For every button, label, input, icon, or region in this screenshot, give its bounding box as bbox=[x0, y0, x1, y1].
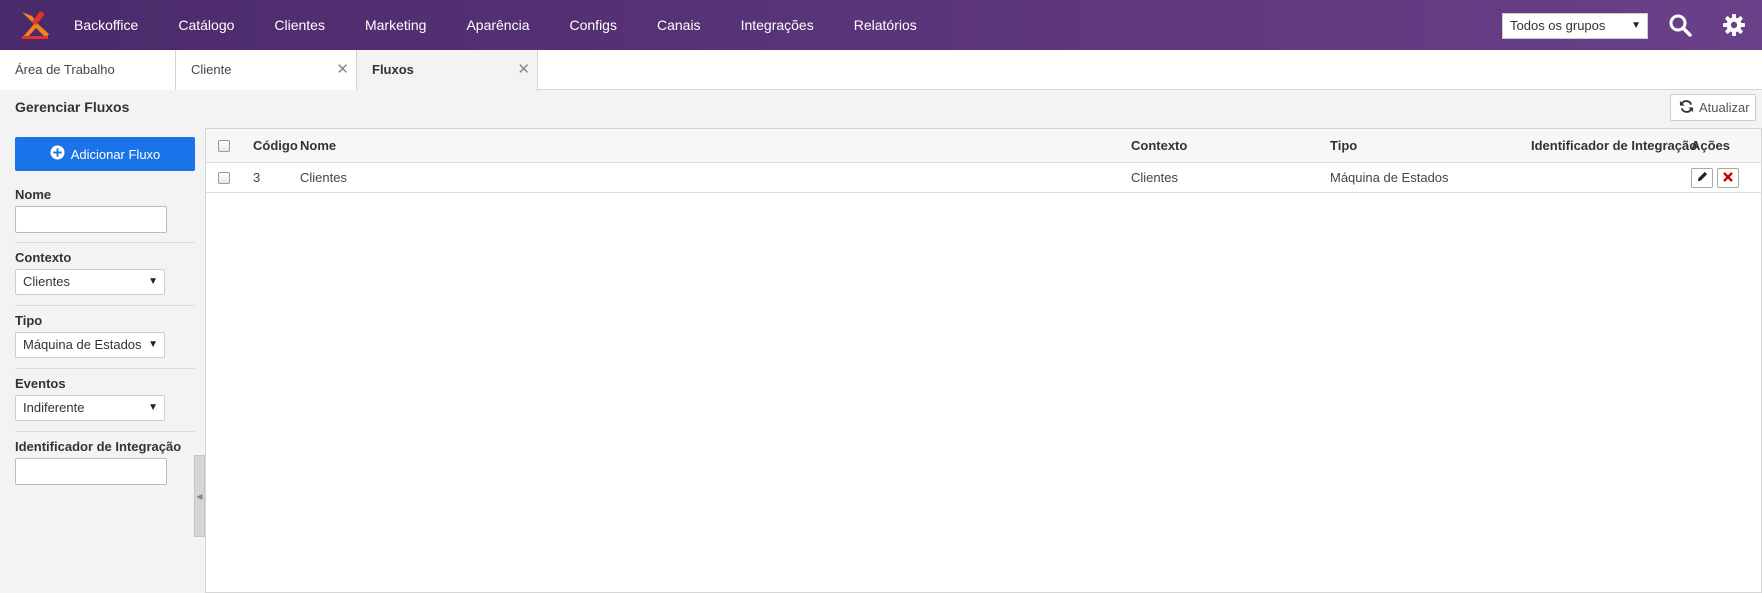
divider bbox=[15, 305, 195, 306]
page-title: Gerenciar Fluxos bbox=[15, 99, 130, 115]
top-navbar: Backoffice Catálogo Clientes Marketing A… bbox=[0, 0, 1762, 50]
integracao-label: Identificador de Integração bbox=[15, 439, 182, 454]
cell-contexto: Clientes bbox=[1131, 170, 1178, 185]
close-icon bbox=[1723, 170, 1733, 185]
caret-down-icon: ▼ bbox=[1631, 20, 1641, 31]
row-checkbox[interactable] bbox=[218, 163, 230, 192]
eventos-select[interactable]: Indiferente ▼ bbox=[15, 395, 165, 421]
plus-circle-icon bbox=[50, 145, 65, 163]
group-select[interactable]: Todos os grupos ▼ bbox=[1502, 13, 1648, 39]
refresh-button[interactable]: Atualizar bbox=[1670, 94, 1756, 121]
divider bbox=[15, 431, 195, 432]
divider bbox=[15, 368, 195, 369]
row-actions bbox=[1691, 163, 1743, 192]
tab-label: Área de Trabalho bbox=[15, 62, 115, 77]
col-integracao[interactable]: Identificador de Integração bbox=[1531, 129, 1697, 162]
col-acoes: Ações bbox=[1691, 138, 1731, 153]
brand-logo-icon[interactable] bbox=[18, 8, 52, 42]
checkbox-icon bbox=[218, 171, 230, 184]
eventos-label: Eventos bbox=[15, 376, 66, 391]
nav-item-clientes[interactable]: Clientes bbox=[254, 0, 345, 50]
nav-item-configs[interactable]: Configs bbox=[550, 0, 637, 50]
nav-item-relatorios[interactable]: Relatórios bbox=[834, 0, 937, 50]
sidebar-collapse-handle[interactable]: ◀ bbox=[194, 455, 205, 537]
search-icon[interactable] bbox=[1668, 13, 1692, 37]
caret-down-icon: ▼ bbox=[148, 339, 158, 350]
nav-item-catalogo[interactable]: Catálogo bbox=[158, 0, 254, 50]
delete-button[interactable] bbox=[1717, 167, 1739, 188]
workspace-tabs: Área de Trabalho Cliente ✕ Fluxos ✕ bbox=[0, 50, 1762, 91]
add-flow-button[interactable]: Adicionar Fluxo bbox=[15, 137, 195, 171]
cell-codigo: 3 bbox=[253, 170, 261, 185]
tab-label: Fluxos bbox=[372, 62, 414, 77]
tab-cliente[interactable]: Cliente ✕ bbox=[176, 50, 357, 90]
col-codigo[interactable]: Código bbox=[253, 129, 298, 162]
nav-item-aparencia[interactable]: Aparência bbox=[446, 0, 549, 50]
col-contexto[interactable]: Contexto bbox=[1131, 129, 1187, 162]
cell-nome: Clientes bbox=[300, 170, 347, 185]
nome-input[interactable] bbox=[15, 206, 167, 233]
edit-button[interactable] bbox=[1691, 167, 1713, 188]
tab-area-de-trabalho[interactable]: Área de Trabalho bbox=[0, 50, 176, 90]
contexto-value: Clientes bbox=[23, 274, 70, 289]
tipo-label: Tipo bbox=[15, 313, 43, 328]
gear-icon[interactable] bbox=[1722, 13, 1746, 37]
divider bbox=[15, 242, 195, 243]
table-header: Código Nome Contexto Tipo Identificador … bbox=[206, 129, 1761, 163]
table-row[interactable]: 3 Clientes Clientes Máquina de Estados bbox=[206, 163, 1761, 193]
integracao-input[interactable] bbox=[15, 458, 167, 485]
filter-sidebar: Adicionar Fluxo Nome Contexto Clientes ▼… bbox=[0, 128, 195, 593]
add-flow-label: Adicionar Fluxo bbox=[70, 146, 161, 162]
nav-item-integracoes[interactable]: Integrações bbox=[721, 0, 834, 50]
refresh-label: Atualizar bbox=[1699, 100, 1750, 115]
main-menu: Backoffice Catálogo Clientes Marketing A… bbox=[74, 0, 937, 50]
tipo-select[interactable]: Máquina de Estados ▼ bbox=[15, 332, 165, 358]
nav-item-canais[interactable]: Canais bbox=[637, 0, 721, 50]
tipo-value: Máquina de Estados bbox=[23, 337, 142, 352]
nav-item-marketing[interactable]: Marketing bbox=[345, 0, 446, 50]
pencil-icon bbox=[1697, 170, 1708, 185]
refresh-icon bbox=[1679, 99, 1694, 117]
flows-table: Código Nome Contexto Tipo Identificador … bbox=[205, 128, 1762, 593]
close-icon[interactable]: ✕ bbox=[336, 50, 349, 90]
col-tipo[interactable]: Tipo bbox=[1330, 129, 1357, 162]
contexto-label: Contexto bbox=[15, 250, 72, 265]
nav-item-backoffice[interactable]: Backoffice bbox=[74, 0, 158, 50]
nome-label: Nome bbox=[15, 187, 52, 202]
col-nome[interactable]: Nome bbox=[300, 129, 336, 162]
checkbox-icon bbox=[218, 139, 230, 152]
close-icon[interactable]: ✕ bbox=[517, 50, 530, 90]
tab-fluxos[interactable]: Fluxos ✕ bbox=[357, 50, 538, 91]
caret-down-icon: ▼ bbox=[148, 402, 158, 413]
group-select-value: Todos os grupos bbox=[1510, 18, 1606, 33]
cell-tipo: Máquina de Estados bbox=[1330, 170, 1449, 185]
chevron-left-icon: ◀ bbox=[196, 491, 203, 501]
caret-down-icon: ▼ bbox=[148, 276, 158, 287]
contexto-select[interactable]: Clientes ▼ bbox=[15, 269, 165, 295]
tab-label: Cliente bbox=[191, 62, 232, 77]
select-all-checkbox[interactable] bbox=[218, 129, 230, 162]
eventos-value: Indiferente bbox=[23, 400, 85, 415]
